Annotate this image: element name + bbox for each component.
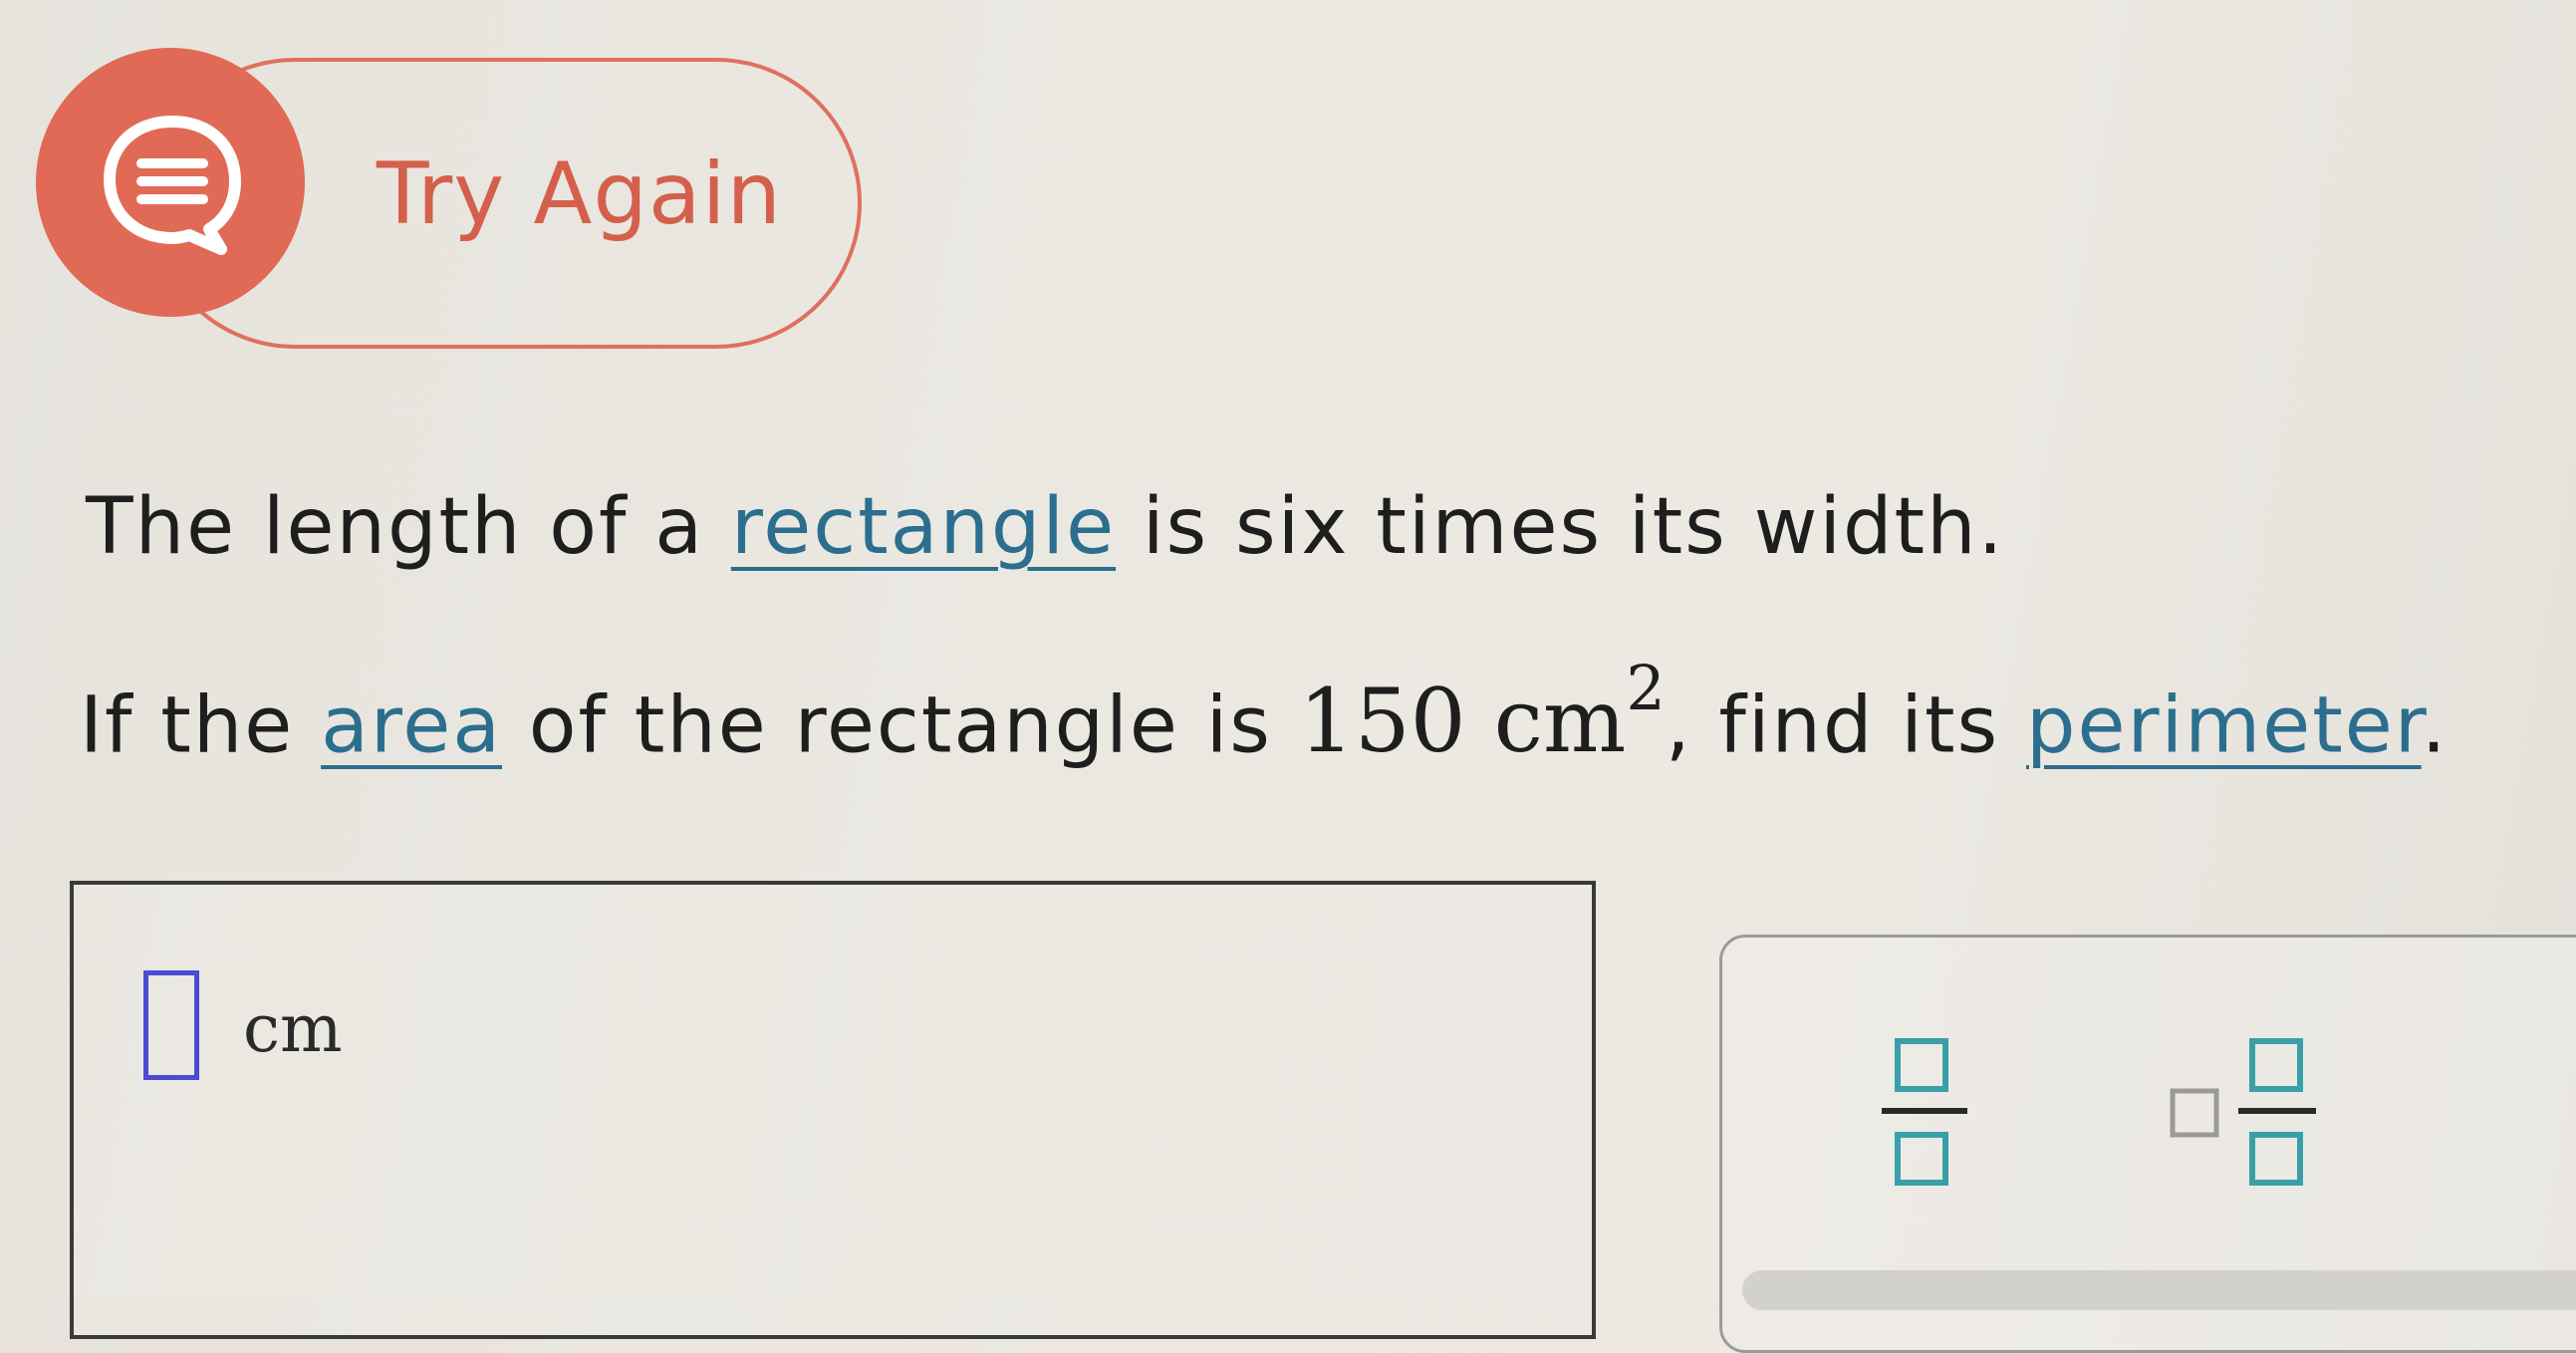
- question-line-1: The length of a rectangle is six times i…: [86, 488, 2004, 566]
- feedback-icon-circle: [36, 48, 305, 317]
- question-text: The length of a: [86, 482, 731, 572]
- question-text: is six times its width.: [1116, 482, 2005, 572]
- area-value-text: 150 cm: [1298, 670, 1627, 773]
- palette-toolbar: [1742, 1270, 2576, 1310]
- math-palette: [1719, 935, 2576, 1353]
- perimeter-link[interactable]: perimeter: [2026, 680, 2422, 770]
- answer-input[interactable]: [143, 970, 199, 1080]
- area-value: 150 cm2: [1298, 658, 1666, 773]
- question-text: , find its: [1665, 680, 2026, 771]
- answer-unit: cm: [243, 990, 343, 1067]
- mixed-number-button[interactable]: [2167, 1033, 2356, 1207]
- answer-box: cm: [70, 881, 1596, 1339]
- area-exponent: 2: [1626, 652, 1666, 724]
- fraction-button[interactable]: [1872, 1033, 1981, 1197]
- speech-bubble-icon: [104, 116, 241, 255]
- question-text: .: [2421, 680, 2448, 771]
- rectangle-link[interactable]: rectangle: [731, 482, 1116, 572]
- area-link[interactable]: area: [321, 680, 502, 770]
- try-again-label: Try Again: [377, 144, 783, 244]
- fraction-icon: [1882, 1038, 1967, 1186]
- question-text: of the rectangle is: [502, 680, 1299, 771]
- question-text: If the: [80, 680, 322, 771]
- question-line-2: If the area of the rectangle is 150 cm2,…: [80, 658, 2447, 765]
- mixed-number-icon: [2170, 1038, 2316, 1186]
